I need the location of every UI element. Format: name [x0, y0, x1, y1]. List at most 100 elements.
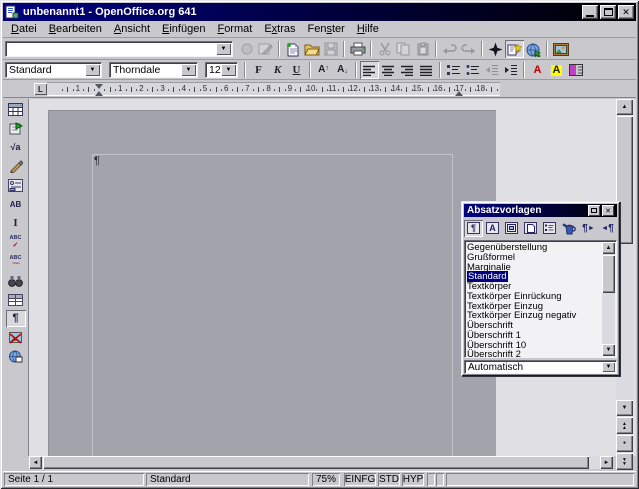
align-right-icon [401, 65, 414, 76]
direct-cursor-button[interactable]: I [6, 215, 26, 232]
paragraph-background-button[interactable] [566, 61, 585, 79]
horizontal-scrollbar[interactable]: ◄ ► [29, 456, 613, 469]
align-center-button[interactable] [379, 61, 398, 79]
gallery-button[interactable] [551, 40, 570, 58]
stylist-dock-button[interactable] [588, 205, 600, 216]
style-list-item[interactable]: Überschrift 2 [467, 350, 601, 358]
font-dropdown-button[interactable]: ▼ [181, 64, 196, 76]
subscript-button[interactable]: A↓ [333, 61, 352, 79]
scroll-left-button[interactable]: ◄ [29, 456, 42, 469]
menu-ansicht[interactable]: Ansicht [108, 22, 156, 36]
status-page-field[interactable]: Seite 1 / 1 [4, 473, 144, 486]
navigation-button[interactable]: ● [616, 435, 633, 452]
list-scroll-down-button[interactable]: ▼ [602, 344, 615, 356]
indent-marker[interactable] [95, 84, 103, 89]
insert-table-icon [8, 103, 23, 116]
align-right-button[interactable] [398, 61, 417, 79]
insert-button[interactable] [6, 101, 26, 118]
page-styles-button[interactable] [521, 220, 540, 237]
document-page[interactable]: ¶ [48, 110, 496, 456]
paragraph-style-combobox[interactable]: Standard ▼ [5, 62, 102, 78]
size-dropdown-button[interactable]: ▼ [221, 64, 236, 76]
underline-button[interactable]: U [287, 61, 306, 79]
url-combobox[interactable]: ▼ [5, 41, 233, 57]
font-name-combobox[interactable]: Thorndale ▼ [109, 62, 198, 78]
align-left-button[interactable] [360, 61, 379, 79]
menu-extras[interactable]: Extras [258, 22, 301, 36]
find-button[interactable] [6, 272, 26, 289]
justify-button[interactable] [417, 61, 436, 79]
hyperlink-bar-button[interactable] [524, 40, 543, 58]
indent-marker[interactable] [95, 91, 103, 96]
menu-datei[interactable]: Datei [5, 22, 43, 36]
show-draw-functions-button[interactable] [6, 158, 26, 175]
scroll-right-button[interactable]: ► [600, 456, 613, 469]
status-selection-mode-field[interactable]: STD [378, 473, 400, 486]
insert-objects-button[interactable]: √a [6, 139, 26, 156]
new-style-from-selection-button[interactable]: ¶► [579, 220, 598, 237]
style-filter-combobox[interactable]: Automatisch ▼ [464, 360, 617, 374]
scroll-down-button[interactable]: ▼ [616, 400, 633, 416]
print-button[interactable] [348, 40, 367, 58]
edit-autotext-button[interactable]: AB [6, 196, 26, 213]
character-styles-button[interactable]: A [483, 220, 502, 237]
separator [370, 41, 372, 57]
stylist-close-button[interactable]: ✕ [602, 205, 614, 216]
numbering-styles-button[interactable] [540, 220, 559, 237]
navigator-button[interactable] [486, 40, 505, 58]
increase-indent-button[interactable] [501, 61, 520, 79]
status-hyperlink-mode-field[interactable]: HYP [402, 473, 424, 486]
paragraph-styles-button[interactable]: ¶ [464, 220, 483, 237]
tab-stop-selector[interactable]: L [34, 83, 47, 95]
open-document-button[interactable] [302, 40, 321, 58]
new-document-button[interactable] [283, 40, 302, 58]
status-insert-mode-field[interactable]: EINFG [344, 473, 376, 486]
superscript-button[interactable]: A↑ [314, 61, 333, 79]
spellcheck-button[interactable]: ABC✓ [6, 234, 26, 251]
horizontal-scroll-thumb[interactable] [43, 456, 589, 469]
font-size-combobox[interactable]: 12 ▼ [205, 62, 238, 78]
status-zoom-field[interactable]: 75% [312, 473, 340, 486]
nonprinting-characters-button[interactable]: ¶ [6, 310, 26, 327]
online-layout-button[interactable] [6, 348, 26, 365]
url-dropdown-button[interactable]: ▼ [216, 43, 231, 55]
frame-styles-button[interactable] [502, 220, 521, 237]
auto-spellcheck-button[interactable]: ABC~~~ [6, 253, 26, 270]
menu-bearbeiten[interactable]: Bearbeiten [43, 22, 108, 36]
insert-fields-button[interactable] [6, 120, 26, 137]
stylist-title-bar[interactable]: Absatzvorlagen ✕ [464, 204, 617, 217]
graphics-on-off-button[interactable] [6, 329, 26, 346]
font-color-button[interactable]: A [528, 61, 547, 79]
style-list[interactable]: GegenüberstellungGrußformelMarginalieSta… [464, 240, 617, 358]
update-style-button[interactable]: ◄¶ [598, 220, 617, 237]
title-bar[interactable]: unbenannt1 - OpenOffice.org 641 ✕ [3, 3, 636, 21]
indent-marker[interactable] [455, 91, 463, 96]
italic-button[interactable]: K [268, 61, 287, 79]
scroll-up-button[interactable]: ▲ [616, 99, 633, 115]
filter-dropdown-button[interactable]: ▼ [602, 362, 615, 372]
status-style-field[interactable]: Standard [146, 473, 309, 486]
highlighting-button[interactable]: A [547, 61, 566, 79]
bullet-list-button[interactable] [463, 61, 482, 79]
horizontal-ruler[interactable]: 1123456789101112131415161718 [47, 82, 500, 96]
stylist-button[interactable] [505, 40, 524, 58]
menu-hilfe[interactable]: Hilfe [351, 22, 385, 36]
data-sources-button[interactable] [6, 291, 26, 308]
next-page-button[interactable]: ▼▼ [616, 453, 633, 470]
style-dropdown-button[interactable]: ▼ [85, 64, 100, 76]
bold-button[interactable]: F [249, 61, 268, 79]
menu-format[interactable]: Format [211, 22, 258, 36]
list-scroll-thumb[interactable] [602, 255, 615, 293]
menu-fenster[interactable]: Fenster [302, 22, 351, 36]
list-scroll-up-button[interactable]: ▲ [602, 242, 615, 254]
maximize-button[interactable] [600, 5, 616, 19]
fill-format-mode-button[interactable] [560, 220, 579, 237]
menu-einfgen[interactable]: Einfügen [156, 22, 211, 36]
cut-button [375, 40, 394, 58]
numbered-list-button[interactable] [444, 61, 463, 79]
style-list-scrollbar[interactable]: ▲ ▼ [602, 242, 615, 356]
minimize-button[interactable] [582, 5, 598, 19]
form-functions-button[interactable] [6, 177, 26, 194]
previous-page-button[interactable]: ▲▲ [616, 417, 633, 434]
close-button[interactable]: ✕ [618, 5, 634, 19]
